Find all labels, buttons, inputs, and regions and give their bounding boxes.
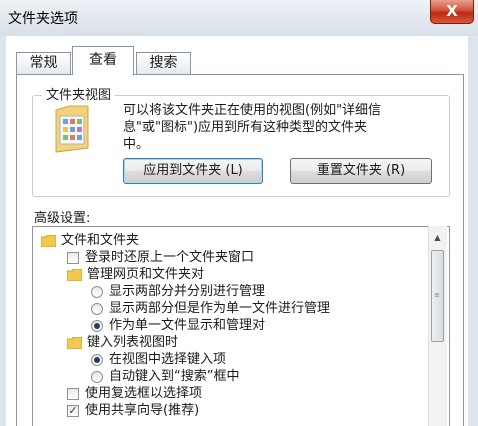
folder-icon [67,269,82,281]
tree-item-label: 使用共享向导(推荐) [85,403,200,418]
folder-views-legend: 文件夹视图 [42,84,116,103]
scroll-grip-icon: ≡ [434,291,440,299]
tree-item-label: 显示两部分但是作为单一文件进行管理 [109,301,331,316]
tab-view[interactable]: 查看 [72,46,134,75]
radio-selected-icon[interactable] [91,320,103,332]
close-icon: X [446,2,458,20]
tree-scrollbar[interactable]: ▲ ≡ [428,226,447,426]
reset-folders-label: 重置文件夹 (R) [316,163,406,178]
tab-search[interactable]: 搜索 [136,52,191,74]
scroll-up-icon[interactable]: ▲ [429,230,446,246]
tree-item-label: 键入列表视图时 [87,335,179,350]
advanced-settings-tree[interactable]: 文件和文件夹 登录时还原上一个文件夹窗口 管理网页和文件夹对 显示两部分并分别进… [32,226,450,426]
tab-search-label: 搜索 [149,55,178,71]
folder-view-icon [55,105,89,153]
tab-general[interactable]: 常规 [16,52,71,74]
advanced-settings-label: 高级设置: [34,211,91,226]
folder-icon [41,235,56,247]
folder-views-description: 可以将该文件夹正在使用的视图(例如"详细信 息"或"图标")应用到所有这种类型的… [123,103,382,152]
window-frame-left [0,36,6,426]
radio-selected-icon[interactable] [91,354,103,366]
window-frame-right [468,36,478,426]
close-button[interactable]: X [430,0,474,24]
reset-folders-button[interactable]: 重置文件夹 (R) [290,158,432,184]
tree-item-label: 在视图中选择键入项 [109,352,227,367]
radio-unselected-icon[interactable] [91,303,103,315]
tree-item-label: 作为单一文件显示和管理对 [109,318,266,333]
apply-to-folders-label: 应用到文件夹 (L) [143,163,243,178]
radio-unselected-icon[interactable] [91,371,103,383]
window-title: 文件夹选项 [8,11,78,27]
folder-icon [67,337,82,349]
title-bar: 文件夹选项 X [0,0,478,36]
tree-item-label: 显示两部分并分别进行管理 [109,284,266,299]
scroll-thumb[interactable]: ≡ [431,250,444,342]
tab-view-label: 查看 [89,52,117,68]
tree-item-label: 文件和文件夹 [61,233,140,248]
tree-item-label: 使用复选框以选择项 [85,386,203,401]
checkbox-unchecked-icon[interactable] [67,252,79,264]
tab-general-label: 常规 [29,55,58,71]
tree-item-label: 管理网页和文件夹对 [87,267,205,282]
checkbox-checked-icon[interactable]: ✓ [67,405,79,417]
tree-item-label: 登录时还原上一个文件夹窗口 [85,250,255,265]
tree-item-label: 自动键入到“搜索”框中 [109,369,240,384]
checkbox-unchecked-icon[interactable] [67,388,79,400]
apply-to-folders-button[interactable]: 应用到文件夹 (L) [123,158,263,184]
radio-unselected-icon[interactable] [91,286,103,298]
